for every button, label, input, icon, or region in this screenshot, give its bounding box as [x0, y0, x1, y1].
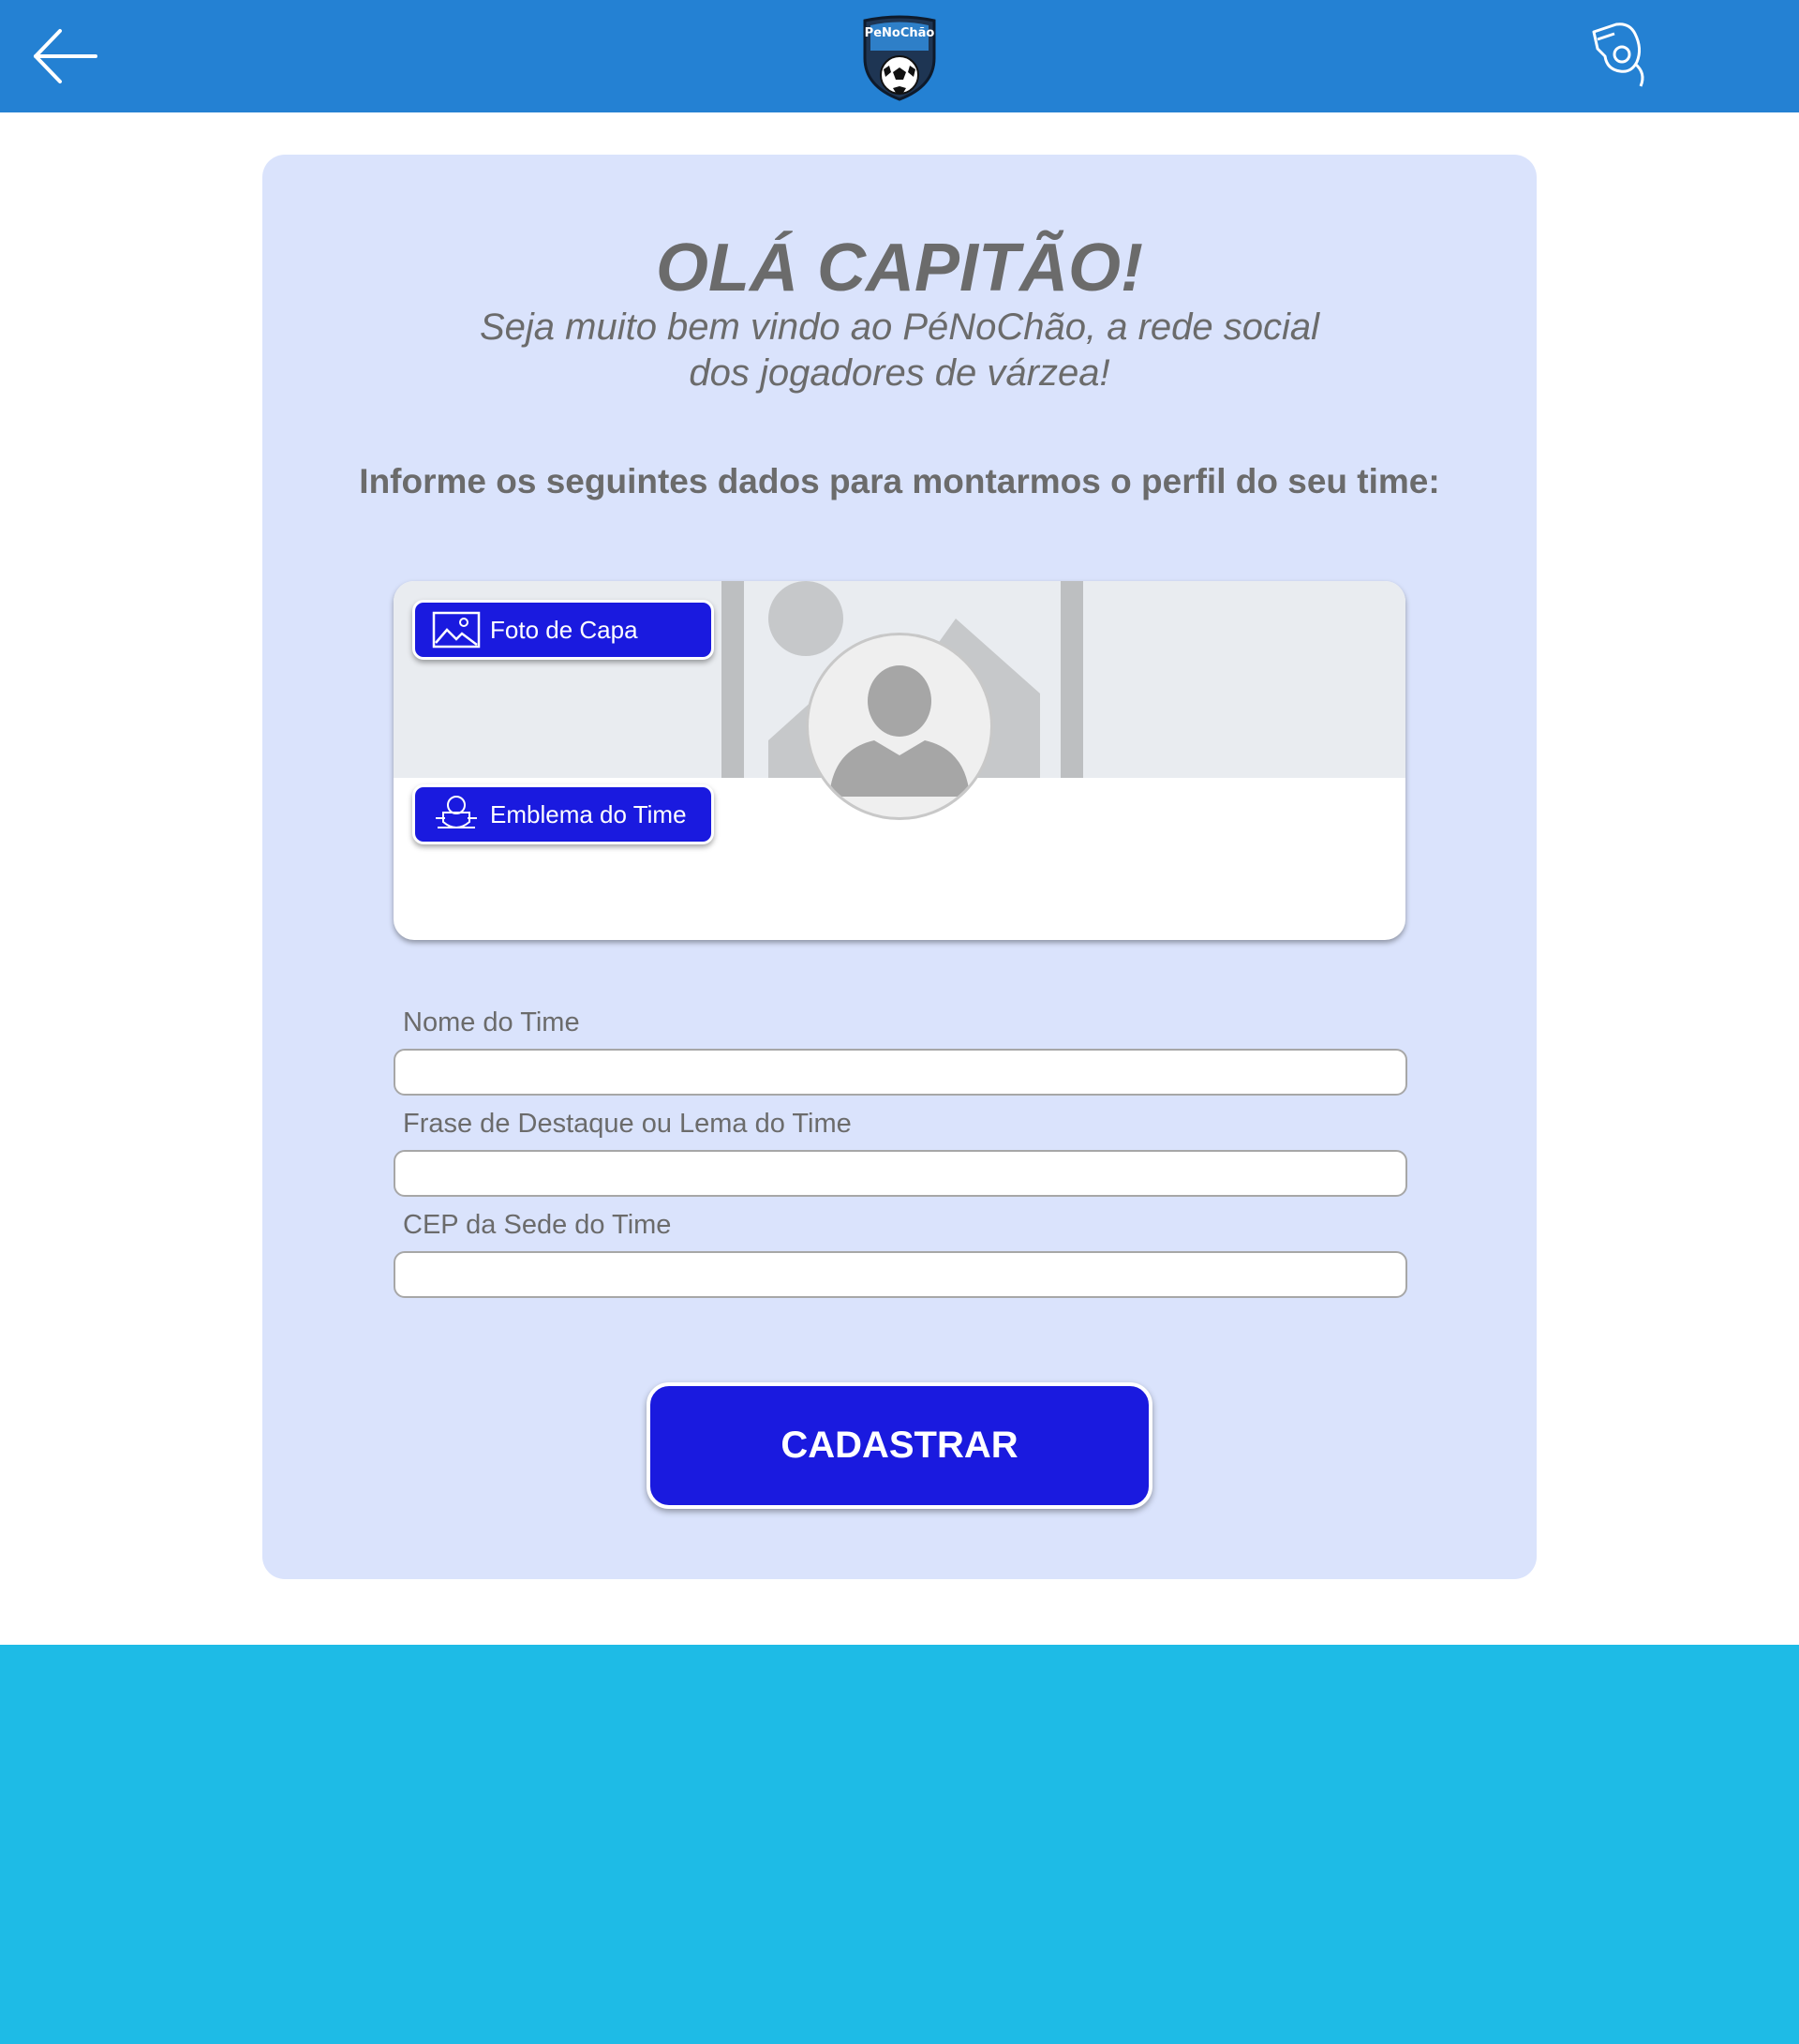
back-button[interactable]: [28, 23, 103, 89]
page-title: OLÁ CAPITÃO!: [656, 231, 1143, 306]
team-name-label: Nome do Time: [403, 1007, 580, 1037]
app-logo[interactable]: PeNoChão: [857, 13, 942, 101]
user-silhouette-icon: [829, 665, 970, 797]
subtitle-line-2: dos jogadores de várzea!: [689, 352, 1110, 394]
form-instructions: Informe os seguintes dados para montarmo…: [359, 462, 1440, 500]
arrow-left-icon: [34, 29, 97, 83]
team-emblem-label: Emblema do Time: [490, 799, 687, 828]
team-profile-preview: Foto de Capa Emblema do Time: [394, 581, 1405, 940]
team-cep-input[interactable]: [394, 1251, 1407, 1298]
logo-text: PeNoChão: [864, 26, 935, 40]
subtitle-line-1: Seja muito bem vindo ao PéNoChão, a rede…: [479, 306, 1320, 348]
team-motto-input[interactable]: [394, 1150, 1407, 1197]
team-emblem-button[interactable]: Emblema do Time: [412, 784, 714, 844]
team-cep-label: CEP da Sede do Time: [403, 1210, 672, 1240]
whistle-button[interactable]: [1588, 21, 1654, 92]
cover-photo-button[interactable]: Foto de Capa: [412, 600, 714, 660]
whistle-icon: [1592, 22, 1644, 87]
team-avatar[interactable]: [806, 633, 993, 820]
register-button[interactable]: CADASTRAR: [647, 1382, 1152, 1509]
page-footer: [0, 1645, 1799, 2044]
landscape-image-icon: [432, 611, 481, 649]
team-motto-label: Frase de Destaque ou Lema do Time: [403, 1109, 852, 1139]
cover-photo-label: Foto de Capa: [490, 615, 638, 644]
team-name-input[interactable]: [394, 1049, 1407, 1096]
registration-card: OLÁ CAPITÃO! Seja muito bem vindo ao PéN…: [262, 155, 1537, 1579]
top-bar: PeNoChão: [0, 0, 1799, 112]
team-crest-icon: [436, 796, 477, 828]
welcome-subtitle: Seja muito bem vindo ao PéNoChão, a rede…: [478, 305, 1321, 396]
